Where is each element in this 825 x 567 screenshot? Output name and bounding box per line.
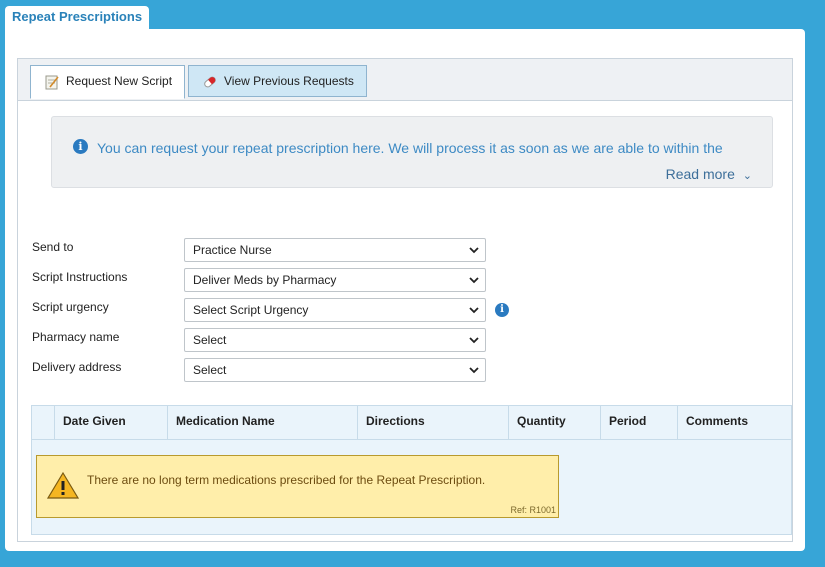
read-more-label: Read more — [665, 166, 735, 182]
notepad-icon — [45, 75, 59, 90]
pill-icon — [204, 76, 216, 88]
col-date-given[interactable]: Date Given — [54, 406, 167, 439]
info-icon: i — [73, 139, 88, 154]
script-instructions-select[interactable]: Deliver Meds by Pharmacy — [184, 268, 486, 292]
tab-label: Request New Script — [66, 74, 173, 88]
read-more-link[interactable]: Read more ⌄ — [666, 166, 752, 182]
tab-label: View Previous Requests — [224, 74, 354, 88]
tab-view-previous-requests[interactable]: View Previous Requests — [188, 65, 367, 97]
pharmacy-name-label: Pharmacy name — [32, 330, 120, 344]
no-medications-warning: There are no long term medications presc… — [36, 455, 559, 518]
select-column-header — [32, 406, 54, 439]
chevron-down-icon — [469, 337, 479, 344]
delivery-address-label: Delivery address — [32, 360, 122, 374]
medications-table: Date Given Medication Name Directions Qu… — [31, 405, 792, 535]
col-medication-name[interactable]: Medication Name — [167, 406, 357, 439]
pharmacy-name-select[interactable]: Select — [184, 328, 486, 352]
table-header: Date Given Medication Name Directions Qu… — [32, 406, 791, 440]
col-quantity[interactable]: Quantity — [508, 406, 600, 439]
send-to-value: Practice Nurse — [193, 243, 272, 257]
chevron-down-icon — [469, 367, 479, 374]
script-instructions-label: Script Instructions — [32, 270, 128, 284]
pharmacy-name-value: Select — [193, 333, 227, 347]
main-panel: Request New Script View Previous Request… — [5, 29, 805, 551]
chevron-down-icon — [469, 247, 479, 254]
chevron-down-icon — [469, 307, 479, 314]
page-title: Repeat Prescriptions — [12, 9, 143, 24]
warning-ref: Ref: R1001 — [510, 505, 556, 515]
double-chevron-down-icon: ⌄ — [742, 170, 752, 182]
tab-request-new-script[interactable]: Request New Script — [30, 65, 185, 99]
delivery-address-value: Select — [193, 363, 227, 377]
warning-icon — [47, 471, 79, 499]
send-to-label: Send to — [32, 240, 74, 254]
info-message: i You can request your repeat prescripti… — [51, 116, 773, 188]
script-urgency-value: Select Script Urgency — [193, 303, 309, 317]
col-directions[interactable]: Directions — [357, 406, 508, 439]
info-text-line2: time frame selected. Once processed, you… — [97, 159, 757, 165]
warning-text: There are no long term medications presc… — [87, 473, 486, 487]
delivery-address-select[interactable]: Select — [184, 358, 486, 382]
page-title-tab[interactable]: Repeat Prescriptions — [5, 6, 150, 30]
col-comments[interactable]: Comments — [677, 406, 791, 439]
tab-container: Request New Script View Previous Request… — [17, 58, 793, 542]
script-urgency-select[interactable]: Select Script Urgency — [184, 298, 486, 322]
script-urgency-label: Script urgency — [32, 300, 109, 314]
script-instructions-value: Deliver Meds by Pharmacy — [193, 273, 337, 287]
tab-bar: Request New Script View Previous Request… — [18, 59, 792, 101]
col-period[interactable]: Period — [600, 406, 677, 439]
send-to-select[interactable]: Practice Nurse — [184, 238, 486, 262]
urgency-info-icon[interactable]: i — [495, 303, 509, 317]
chevron-down-icon — [469, 277, 479, 284]
